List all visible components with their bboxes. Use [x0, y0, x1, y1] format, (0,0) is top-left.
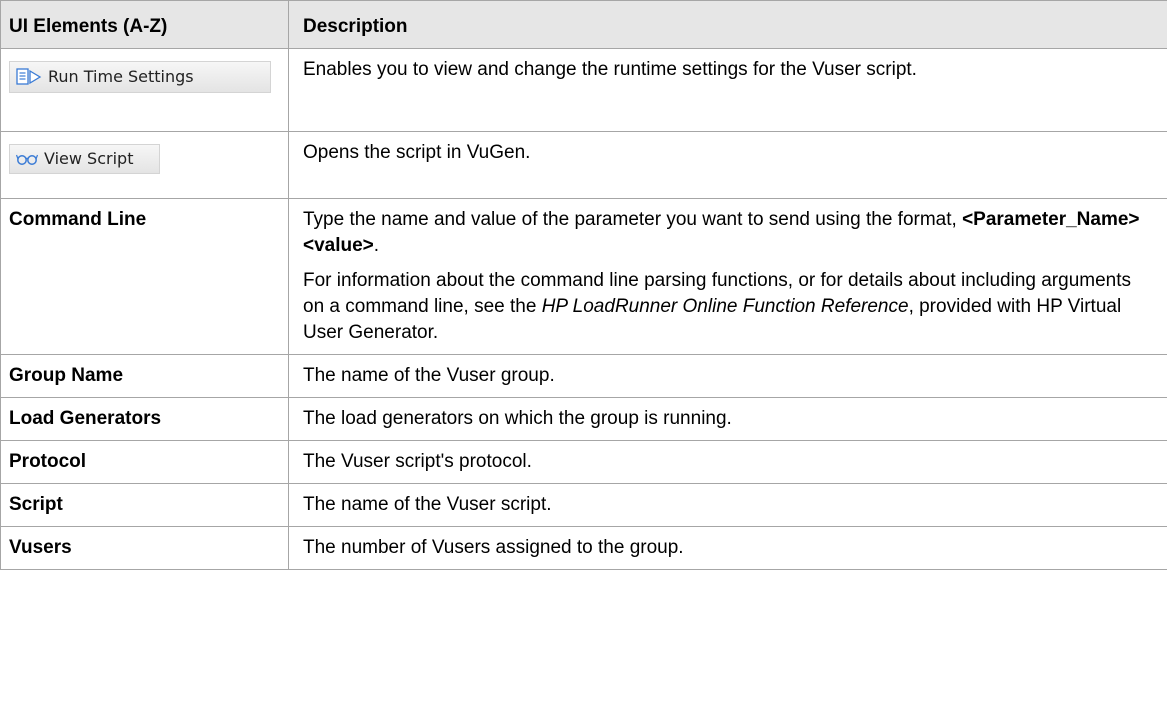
element-name: Vusers [0, 526, 289, 570]
description-cell: The number of Vusers assigned to the gro… [288, 526, 1167, 570]
element-cell: View Script [0, 131, 289, 199]
description-text: Enables you to view and change the runti… [303, 59, 917, 80]
table-row: Run Time Settings Enables you to view an… [0, 48, 1167, 132]
description-text: The Vuser script's protocol. [303, 451, 532, 472]
table-row: Command Line Type the name and value of … [0, 198, 1167, 355]
run-time-settings-button[interactable]: Run Time Settings [9, 61, 271, 93]
view-script-label: View Script [44, 149, 134, 168]
description-text: The name of the Vuser script. [303, 494, 552, 515]
description-text: The number of Vusers assigned to the gro… [303, 537, 684, 558]
description-cell: The name of the Vuser script. [288, 483, 1167, 527]
description-text: Type the name and value of the parameter… [303, 207, 1156, 259]
description-text-part: . [373, 235, 380, 256]
element-name: Script [0, 483, 289, 527]
element-name: Group Name [0, 354, 289, 398]
run-time-settings-label: Run Time Settings [48, 67, 194, 86]
column-header-ui-elements: UI Elements (A-Z) [0, 0, 289, 49]
table-row: Load Generators The load generators on w… [0, 397, 1167, 441]
table-row: View Script Opens the script in VuGen. [0, 131, 1167, 199]
element-cell: Run Time Settings [0, 48, 289, 132]
description-text: The name of the Vuser group. [303, 365, 555, 386]
element-name: Load Generators [0, 397, 289, 441]
ui-elements-table: UI Elements (A-Z) Description Run Time S… [0, 0, 1167, 570]
run-time-settings-icon [16, 67, 42, 87]
description-cell: The load generators on which the group i… [288, 397, 1167, 441]
description-text-part: Type the name and value of the parameter… [303, 209, 963, 230]
view-script-glasses-icon [16, 152, 38, 166]
description-text: Opens the script in VuGen. [303, 142, 531, 163]
element-name: Command Line [0, 198, 289, 355]
table-header-row: UI Elements (A-Z) Description [0, 0, 1167, 49]
description-cell: The name of the Vuser group. [288, 354, 1167, 398]
description-cell: Opens the script in VuGen. [288, 131, 1167, 199]
table-row: Vusers The number of Vusers assigned to … [0, 526, 1167, 570]
description-cell: The Vuser script's protocol. [288, 440, 1167, 484]
element-name: Protocol [0, 440, 289, 484]
description-cell: Enables you to view and change the runti… [288, 48, 1167, 132]
table-row: Group Name The name of the Vuser group. [0, 354, 1167, 398]
table-row: Script The name of the Vuser script. [0, 483, 1167, 527]
reference-title: HP LoadRunner Online Function Reference [541, 296, 909, 317]
column-header-description: Description [288, 0, 1167, 49]
description-text: For information about the command line p… [303, 268, 1156, 346]
description-cell: Type the name and value of the parameter… [288, 198, 1167, 355]
table-row: Protocol The Vuser script's protocol. [0, 440, 1167, 484]
view-script-button[interactable]: View Script [9, 144, 160, 174]
description-text: The load generators on which the group i… [303, 408, 732, 429]
